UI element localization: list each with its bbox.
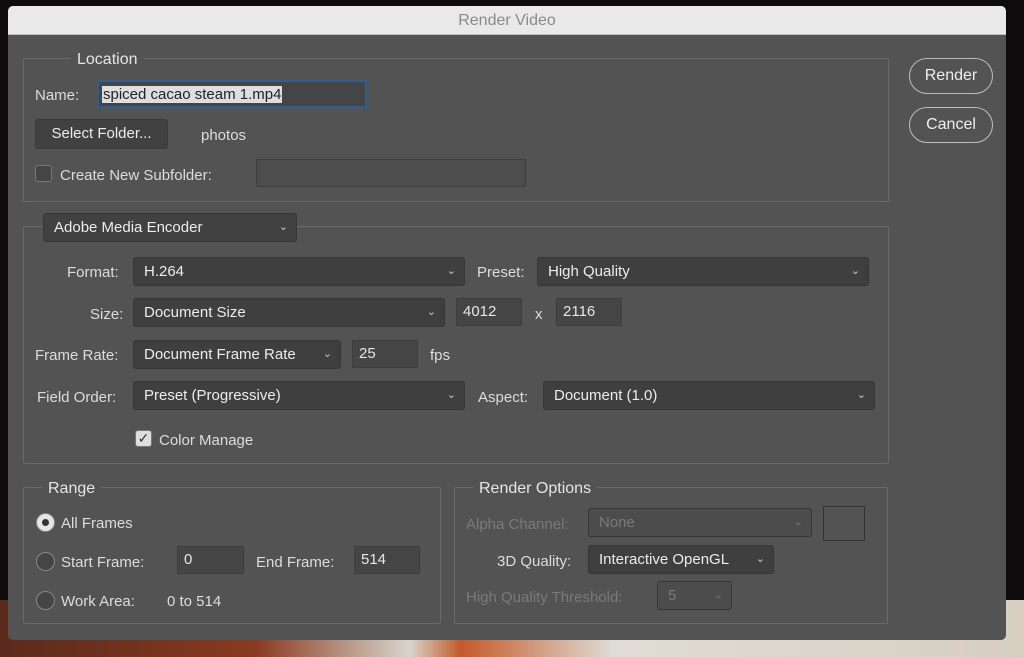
size-value: Document Size xyxy=(144,304,246,321)
start-frame-label: Start Frame: xyxy=(61,554,144,571)
preset-select[interactable]: High Quality ⌄ xyxy=(537,257,869,286)
size-select[interactable]: Document Size ⌄ xyxy=(133,298,445,327)
start-frame-input[interactable]: 0 xyxy=(177,546,244,574)
3d-quality-value: Interactive OpenGL xyxy=(599,551,729,568)
aspect-select[interactable]: Document (1.0) ⌄ xyxy=(543,381,875,410)
subfolder-input[interactable] xyxy=(256,159,526,187)
threshold-value: 5 xyxy=(668,587,676,604)
name-input[interactable]: spiced cacao steam 1.mp4 xyxy=(97,80,367,108)
end-frame-input[interactable]: 514 xyxy=(354,546,420,574)
frame-rate-label: Frame Rate: xyxy=(35,347,118,364)
format-value: H.264 xyxy=(144,263,184,280)
height-input[interactable]: 2116 xyxy=(556,298,622,326)
3d-quality-label: 3D Quality: xyxy=(497,553,571,570)
folder-name: photos xyxy=(201,127,246,144)
alpha-channel-select[interactable]: None ⌄ xyxy=(588,508,812,537)
width-input[interactable]: 4012 xyxy=(456,298,522,326)
range-legend: Range xyxy=(42,480,101,498)
aspect-value: Document (1.0) xyxy=(554,387,657,404)
alpha-channel-label: Alpha Channel: xyxy=(466,516,569,533)
chevron-down-icon: ⌄ xyxy=(279,214,288,241)
chevron-down-icon: ⌄ xyxy=(851,258,860,285)
name-value: spiced cacao steam 1.mp4 xyxy=(102,86,282,103)
chevron-down-icon: ⌄ xyxy=(714,582,723,609)
format-select[interactable]: H.264 ⌄ xyxy=(133,257,465,286)
color-manage-label: Color Manage xyxy=(159,432,253,449)
render-video-dialog: Render Video Location Name: spiced cacao… xyxy=(8,6,1006,640)
chevron-down-icon: ⌄ xyxy=(427,299,436,326)
create-subfolder-checkbox[interactable] xyxy=(35,165,52,182)
work-area-radio[interactable] xyxy=(36,591,55,610)
threshold-label: High Quality Threshold: xyxy=(466,589,622,606)
chevron-down-icon: ⌄ xyxy=(756,546,765,573)
field-order-select[interactable]: Preset (Progressive) ⌄ xyxy=(133,381,465,410)
alpha-color-swatch[interactable] xyxy=(823,506,865,541)
create-subfolder-label: Create New Subfolder: xyxy=(60,167,212,184)
threshold-select[interactable]: 5⌄ xyxy=(657,581,732,610)
size-x-label: x xyxy=(535,306,543,323)
start-frame-radio[interactable] xyxy=(36,552,55,571)
encoder-value: Adobe Media Encoder xyxy=(54,219,202,236)
dialog-title: Render Video xyxy=(8,6,1006,35)
name-label: Name: xyxy=(35,87,79,104)
frame-rate-select[interactable]: Document Frame Rate ⌄ xyxy=(133,340,341,369)
all-frames-radio[interactable] xyxy=(36,513,55,532)
chevron-down-icon: ⌄ xyxy=(447,382,456,409)
fps-label: fps xyxy=(430,347,450,364)
format-label: Format: xyxy=(67,264,119,281)
field-order-value: Preset (Progressive) xyxy=(144,387,281,404)
cancel-button[interactable]: Cancel xyxy=(909,107,993,143)
chevron-down-icon: ⌄ xyxy=(794,509,803,536)
size-label: Size: xyxy=(90,306,123,323)
render-button[interactable]: Render xyxy=(909,58,993,94)
encoder-select[interactable]: Adobe Media Encoder ⌄ xyxy=(43,213,297,242)
chevron-down-icon: ⌄ xyxy=(323,341,332,368)
fps-input[interactable]: 25 xyxy=(352,340,418,368)
color-manage-checkbox[interactable]: ✓ xyxy=(135,430,152,447)
end-frame-label: End Frame: xyxy=(256,554,334,571)
render-options-legend: Render Options xyxy=(473,480,597,498)
preset-label: Preset: xyxy=(477,264,525,281)
3d-quality-select[interactable]: Interactive OpenGL ⌄ xyxy=(588,545,774,574)
frame-rate-value: Document Frame Rate xyxy=(144,346,296,363)
preset-value: High Quality xyxy=(548,263,630,280)
alpha-channel-value: None xyxy=(599,514,635,531)
work-area-value: 0 to 514 xyxy=(167,593,221,610)
aspect-label: Aspect: xyxy=(478,389,528,406)
location-legend: Location xyxy=(71,51,144,69)
chevron-down-icon: ⌄ xyxy=(447,258,456,285)
field-order-label: Field Order: xyxy=(37,389,116,406)
all-frames-label: All Frames xyxy=(61,515,133,532)
chevron-down-icon: ⌄ xyxy=(857,382,866,409)
work-area-label: Work Area: xyxy=(61,593,135,610)
select-folder-button[interactable]: Select Folder... xyxy=(35,119,168,149)
